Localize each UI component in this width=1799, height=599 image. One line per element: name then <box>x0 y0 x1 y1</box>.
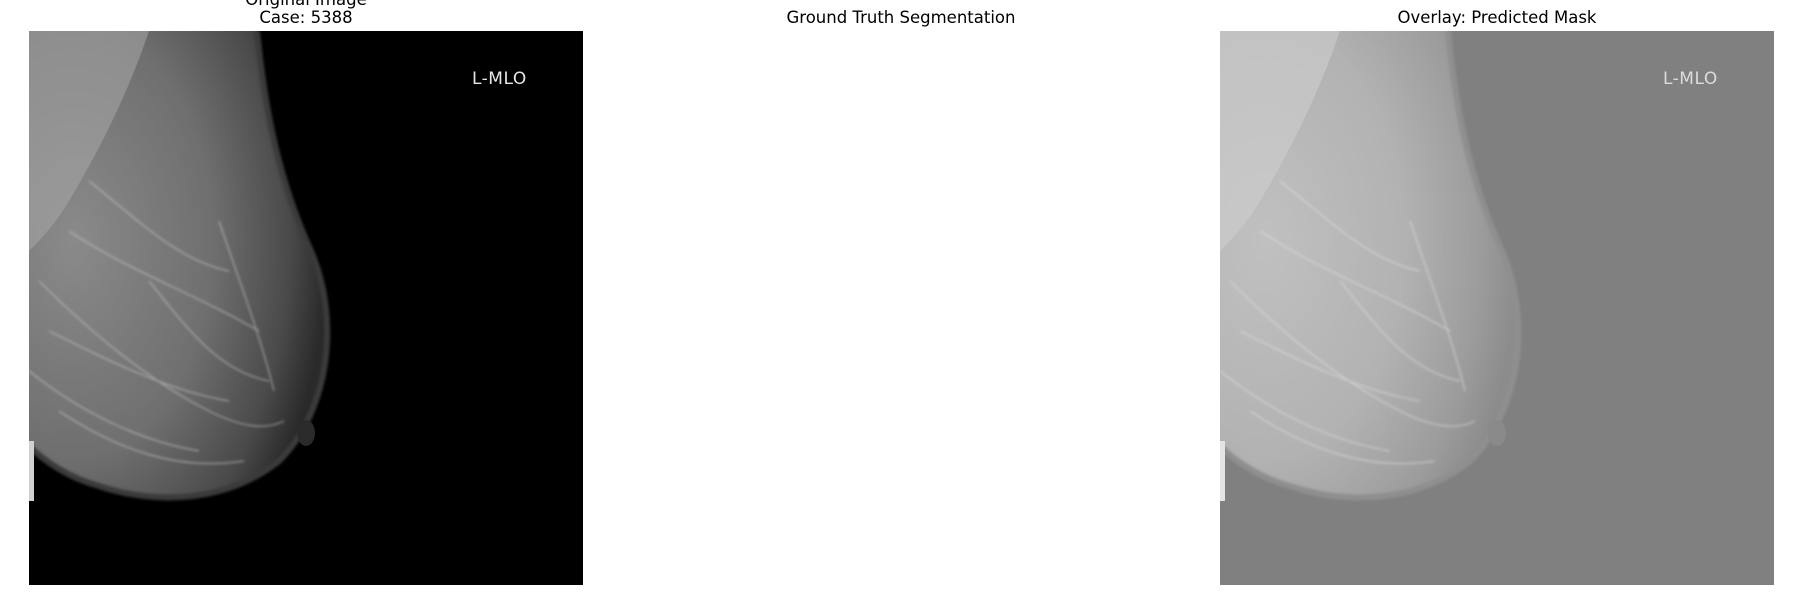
ground-truth-panel: Ground Truth Segmentation <box>624 0 1178 599</box>
overlay-predicted-mask-image: L-MLO <box>1220 31 1774 585</box>
view-label: L-MLO <box>472 69 527 89</box>
original-image-panel: Original Image Case: 5388 <box>29 0 583 599</box>
overlay-title: Overlay: Predicted Mask <box>1397 8 1597 27</box>
left-edge-artifact-overlay <box>1220 441 1225 501</box>
overlay-view-label: L-MLO <box>1663 69 1718 89</box>
overlay-panel: Overlay: Predicted Mask L-MLO <box>1220 0 1774 599</box>
ground-truth-mask <box>624 31 1178 585</box>
left-edge-artifact <box>29 441 34 501</box>
ground-truth-title: Ground Truth Segmentation <box>786 8 1016 27</box>
nipple-region <box>297 420 315 446</box>
mammogram-original-image: L-MLO <box>29 31 583 585</box>
nipple-region-overlay <box>1488 420 1506 446</box>
case-id-label: Case: 5388 <box>259 8 353 27</box>
